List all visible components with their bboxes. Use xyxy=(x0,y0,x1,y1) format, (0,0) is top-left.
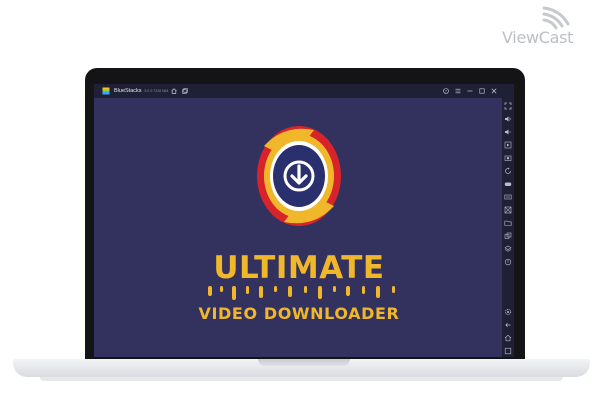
app-title: ULTIMATE xyxy=(213,250,385,286)
download-logo-icon xyxy=(257,126,341,226)
back-icon[interactable] xyxy=(504,321,512,329)
viewcast-watermark: ViewCast xyxy=(498,6,598,50)
laptop-notch xyxy=(258,359,350,366)
minimize-icon[interactable] xyxy=(466,87,474,95)
watermark-text: ViewCast xyxy=(502,28,574,47)
screenshot-icon[interactable] xyxy=(504,154,512,162)
rotate-icon[interactable] xyxy=(504,167,512,175)
window-version: 5.0.0.7228 N64 xyxy=(144,89,169,93)
window-titlebar: BlueStacks 5.0.0.7228 N64 ? xyxy=(94,84,514,98)
svg-text:?: ? xyxy=(445,89,447,93)
bluestacks-window: BlueStacks 5.0.0.7228 N64 ? ULTIMATE VID… xyxy=(94,84,514,357)
volume-down-icon[interactable] xyxy=(504,128,512,136)
fullscreen-icon[interactable] xyxy=(504,102,512,110)
keyboard-icon[interactable] xyxy=(504,193,512,201)
bluestacks-logo-icon xyxy=(102,87,110,95)
app-splash: ULTIMATE VIDEO DOWNLOADER xyxy=(94,98,502,357)
eco-mode-icon[interactable] xyxy=(504,258,512,266)
close-icon[interactable] xyxy=(490,87,498,95)
multi-instance-icon[interactable] xyxy=(504,232,512,240)
side-toolbar xyxy=(502,98,514,357)
volume-up-icon[interactable] xyxy=(504,115,512,123)
layers-icon[interactable] xyxy=(504,245,512,253)
help-icon[interactable]: ? xyxy=(442,87,450,95)
home-icon[interactable] xyxy=(504,334,512,342)
folder-icon[interactable] xyxy=(504,219,512,227)
expand-icon[interactable] xyxy=(504,206,512,214)
window-title: BlueStacks xyxy=(114,88,142,94)
gamepad-icon[interactable] xyxy=(504,180,512,188)
maximize-icon[interactable] xyxy=(478,87,486,95)
menu-icon[interactable] xyxy=(454,87,462,95)
app-subtitle: VIDEO DOWNLOADER xyxy=(198,304,400,323)
media-icon[interactable] xyxy=(504,141,512,149)
settings-icon[interactable] xyxy=(504,308,512,316)
home-icon[interactable] xyxy=(170,87,178,95)
laptop-base-shadow xyxy=(40,377,563,381)
multi-instance-icon[interactable] xyxy=(181,87,189,95)
recent-apps-icon[interactable] xyxy=(504,347,512,355)
